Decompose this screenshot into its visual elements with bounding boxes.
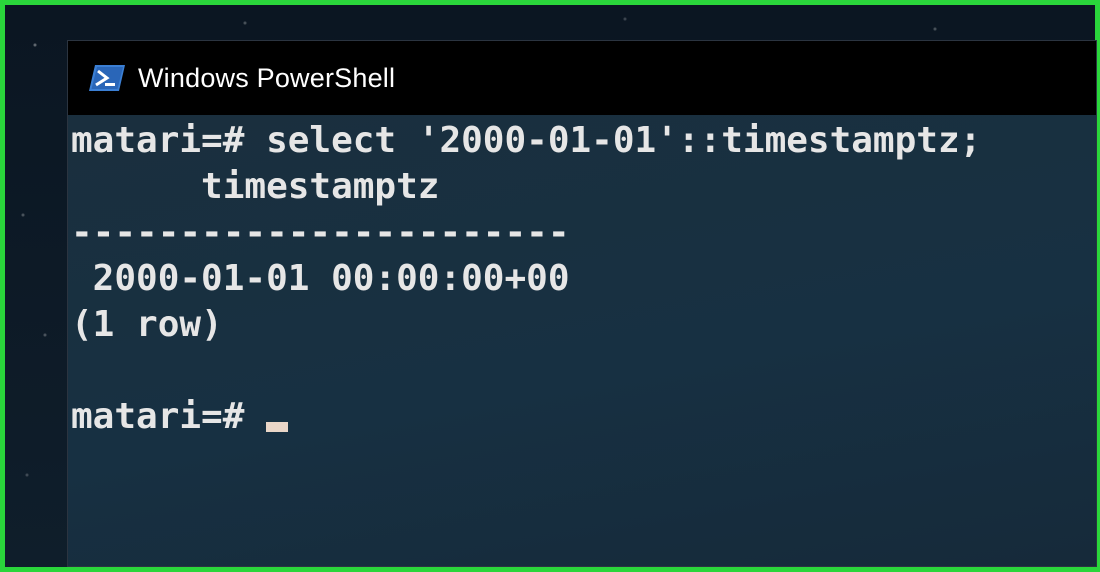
terminal-line-command: matari=# select '2000-01-01'::timestampt… [71, 120, 982, 161]
terminal-line-row-count: (1 row) [71, 304, 223, 345]
terminal-line-column-header: timestamptz [71, 166, 440, 207]
text-cursor [266, 422, 289, 432]
window-title: Windows PowerShell [138, 62, 396, 93]
terminal-line-separator: ----------------------- [71, 212, 570, 253]
prompt-text: matari=# [71, 396, 267, 437]
powershell-icon [89, 65, 125, 91]
title-bar[interactable]: Windows PowerShell [68, 41, 1096, 115]
powershell-window[interactable]: Windows PowerShell matari=# select '2000… [67, 40, 1097, 567]
terminal-console[interactable]: matari=# select '2000-01-01'::timestampt… [68, 115, 1096, 566]
screenshot-frame: Windows PowerShell matari=# select '2000… [0, 0, 1100, 572]
terminal-line-result: 2000-01-01 00:00:00+00 [71, 258, 570, 299]
terminal-line-prompt[interactable]: matari=# [71, 394, 1096, 440]
